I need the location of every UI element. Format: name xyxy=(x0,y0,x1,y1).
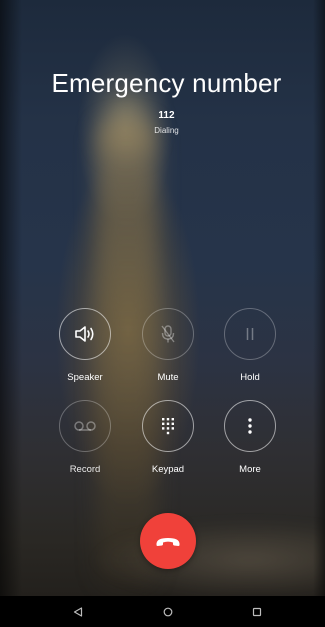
phone-number: 112 xyxy=(158,110,175,121)
contact-name: Emergency number xyxy=(51,68,282,98)
record-button[interactable]: Record xyxy=(45,400,125,475)
call-header: Emergency number 112 Dialing xyxy=(0,68,325,135)
record-label: Record xyxy=(69,464,101,475)
more-label: More xyxy=(239,464,261,475)
keypad-label: Keypad xyxy=(151,464,185,475)
recents-square-icon[interactable] xyxy=(247,602,267,622)
mute-button[interactable]: Mute xyxy=(128,308,208,383)
pause-icon[interactable] xyxy=(224,308,276,360)
home-circle-icon[interactable] xyxy=(158,602,178,622)
more-vertical-icon[interactable] xyxy=(224,400,276,452)
in-call-screen: Emergency number 112 Dialing Speaker Mut… xyxy=(0,0,325,627)
mic-off-icon[interactable] xyxy=(142,308,194,360)
speaker-button[interactable]: Speaker xyxy=(45,308,125,383)
end-call-button[interactable] xyxy=(140,513,196,569)
keypad-button[interactable]: Keypad xyxy=(128,400,208,475)
hold-label: Hold xyxy=(240,372,260,383)
mute-label: Mute xyxy=(157,372,179,383)
call-status: Dialing xyxy=(154,126,179,135)
voicemail-icon[interactable] xyxy=(59,400,111,452)
system-nav-bar xyxy=(0,596,325,627)
speaker-label: Speaker xyxy=(67,372,103,383)
more-button[interactable]: More xyxy=(210,400,290,475)
back-triangle-icon[interactable] xyxy=(68,602,88,622)
dialpad-icon[interactable] xyxy=(142,400,194,452)
speaker-icon[interactable] xyxy=(59,308,111,360)
hold-button[interactable]: Hold xyxy=(210,308,290,383)
hang-up-icon xyxy=(156,538,180,546)
